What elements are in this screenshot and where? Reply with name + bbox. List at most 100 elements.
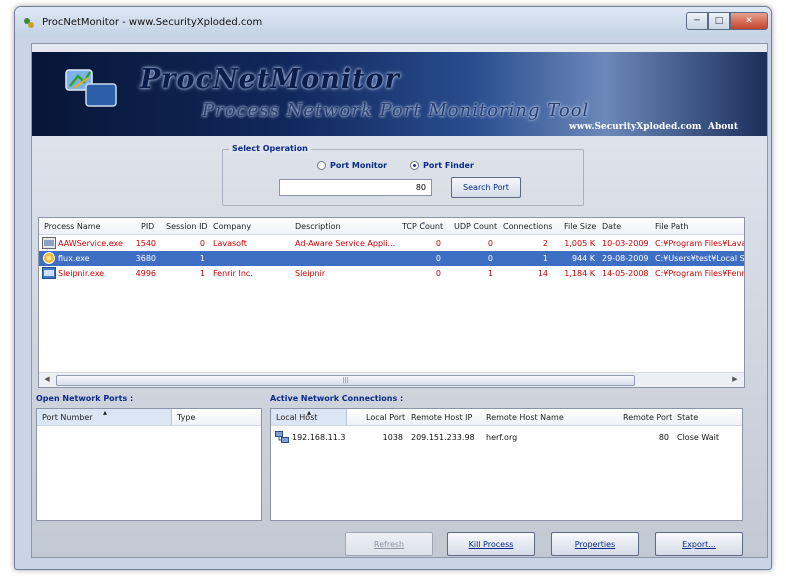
connections-header: Local Host ▴ Local Port Remote Host IP R… [271,409,742,426]
table-row[interactable]: AAWService.exe 1540 0 Lavasoft Ad-Aware … [39,236,744,251]
col-local-port[interactable]: Local Port [366,413,405,422]
description: Sleipnir [295,269,326,278]
scroll-left-icon[interactable]: ◀ [41,375,53,386]
sort-indicator-icon: ▾ [422,220,426,227]
udp-count: 1 [487,269,493,278]
process-table[interactable]: Process Name PID Session ID Company Desc… [38,217,745,388]
col-session-id[interactable]: Session ID [166,222,208,231]
col-process-name[interactable]: Process Name [44,222,101,231]
pid: 3680 [135,254,156,263]
minimize-button[interactable]: ─ [686,12,708,30]
header-banner: ProcNetMonitor Process Network Port Moni… [32,52,767,136]
network-icon [275,431,289,443]
process-table-header: Process Name PID Session ID Company Desc… [39,218,744,235]
file-path: C:¥Program Files¥Lavaso [655,239,744,248]
active-connections-label: Active Network Connections : [270,394,404,403]
col-port-number[interactable]: Port Number [42,413,93,422]
tcp-count: 0 [435,269,441,278]
session-id: 1 [199,254,205,263]
description: Ad-Aware Service Appli... [295,239,395,248]
sort-indicator-icon: ▴ [307,408,312,417]
state: Close Wait [677,433,719,442]
udp-count: 0 [487,239,493,248]
remote-host-name: herf.org [486,433,518,442]
date: 10-03-2009 [602,239,649,248]
file-size: 944 K [571,254,595,263]
open-ports-list[interactable]: Port Number ▴ Type [36,408,262,521]
table-row-selected[interactable]: flux.exe 3680 1 0 0 1 944 K 29-08-2009 C… [39,251,744,266]
col-udp-count[interactable]: UDP Count [454,222,497,231]
horizontal-scrollbar[interactable]: ◀ ||| ▶ [39,372,744,387]
export-button[interactable]: Export... [655,532,743,556]
local-host: 192.168.11.3 [292,433,346,442]
connections: 14 [537,269,548,278]
title-bar[interactable]: ProcNetMonitor - www.SecurityXploded.com… [15,7,771,37]
close-button[interactable]: ✕ [730,12,768,30]
session-id: 0 [199,239,205,248]
date: 29-08-2009 [602,254,649,263]
website-link[interactable]: www.SecurityXploded.com [569,122,701,132]
remote-host-ip: 209.151.233.98 [411,433,475,442]
banner-title: ProcNetMonitor [140,64,400,95]
col-type[interactable]: Type [177,413,195,422]
about-link[interactable]: About [708,122,738,132]
file-path: C:¥Program Files¥Fenrir & [655,269,745,278]
tcp-count: 0 [435,254,441,263]
file-size: 1,005 K [564,239,595,248]
select-operation-legend: Select Operation [229,144,311,153]
app-icon [24,18,34,28]
process-name: flux.exe [58,254,90,263]
scrollbar-thumb[interactable]: ||| [56,375,635,386]
logo-icon [65,69,117,107]
col-remote-host-ip[interactable]: Remote Host IP [411,413,472,422]
col-tcp-count[interactable]: ▾ TCP Count [402,220,443,231]
col-connections[interactable]: Connections [503,222,552,231]
active-connections-list[interactable]: Local Host ▴ Local Port Remote Host IP R… [270,408,743,521]
browser-icon [42,267,56,279]
connections: 1 [542,254,548,263]
udp-count: 0 [487,254,493,263]
scroll-right-icon[interactable]: ▶ [729,375,741,386]
select-operation-group: Select Operation Port Monitor Port Finde… [222,144,584,206]
table-row[interactable]: Sleipnir.exe 4996 1 Fenrir Inc. Sleipnir… [39,266,744,281]
col-description[interactable]: Description [295,222,341,231]
file-size: 1,184 K [564,269,595,278]
col-file-size[interactable]: File Size [564,222,596,231]
main-window: ProcNetMonitor - www.SecurityXploded.com… [14,6,772,570]
col-remote-host-name[interactable]: Remote Host Name [486,413,564,422]
col-local-host[interactable]: Local Host [276,413,318,422]
col-file-path[interactable]: File Path [655,222,689,231]
properties-button[interactable]: Properties [551,532,639,556]
pid: 4996 [135,269,156,278]
company: Fenrir Inc. [213,269,253,278]
port-finder-radio[interactable]: Port Finder [410,161,474,170]
service-icon [42,237,56,249]
file-path: C:¥Users¥test¥Local Set [655,254,745,263]
session-id: 1 [199,269,205,278]
client-area: ProcNetMonitor Process Network Port Moni… [31,43,768,558]
col-remote-port[interactable]: Remote Port [623,413,672,422]
col-state[interactable]: State [677,413,698,422]
pid: 1540 [135,239,156,248]
local-port: 1038 [382,433,403,442]
kill-process-button[interactable]: Kill Process [447,532,535,556]
process-name: AAWService.exe [58,239,123,248]
port-finder-label: Port Finder [423,161,474,170]
col-pid[interactable]: PID [141,222,154,231]
search-port-button[interactable]: Search Port [451,177,521,198]
port-input[interactable] [279,179,432,196]
remote-port: 80 [658,433,669,442]
open-ports-header: Port Number ▴ Type [37,409,261,426]
sort-indicator-icon: ▴ [103,408,108,417]
maximize-button[interactable]: □ [708,12,730,30]
port-monitor-radio[interactable]: Port Monitor [317,161,387,170]
company: Lavasoft [213,239,247,248]
port-monitor-label: Port Monitor [330,161,388,170]
open-ports-label: Open Network Ports : [36,394,134,403]
radio-checked-icon [410,161,419,170]
col-date[interactable]: Date [602,222,621,231]
process-name: Sleipnir.exe [58,269,105,278]
refresh-button[interactable]: Refresh [345,532,433,556]
col-company[interactable]: Company [213,222,251,231]
tcp-count: 0 [435,239,441,248]
